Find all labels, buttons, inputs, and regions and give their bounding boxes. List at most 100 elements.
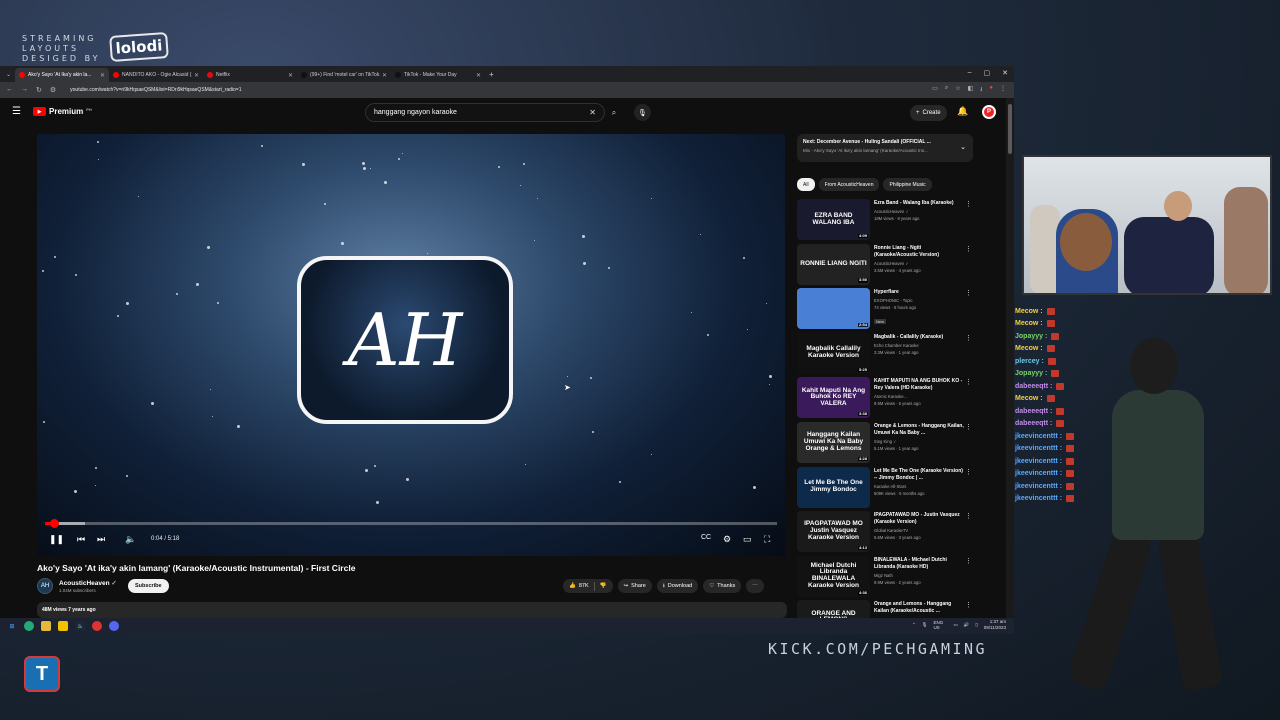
more-vertical-icon[interactable]: ⋮ xyxy=(965,334,972,342)
more-actions-button[interactable]: ⋯ xyxy=(746,579,764,593)
rec-title[interactable]: Orange & Lemons - Hanggang Kailan, Umuwi… xyxy=(874,423,964,437)
thumbs-down-icon[interactable]: 👎 xyxy=(600,583,607,589)
page-scrollbar[interactable] xyxy=(1006,98,1014,618)
chevron-down-icon[interactable]: ⌄ xyxy=(960,143,966,151)
recommendation-item[interactable]: RONNIE LIANG NGITI 3:50 Ronnie Liang - Ngi… xyxy=(797,241,977,286)
tab-list-icon[interactable]: ⌄ xyxy=(6,71,11,78)
rec-title[interactable]: KAHIT MAPUTI NA ANG BUHOK KO - Rey Valer… xyxy=(874,378,964,392)
more-vertical-icon[interactable]: ⋮ xyxy=(965,378,972,386)
account-avatar[interactable]: P xyxy=(982,105,996,119)
download-tray-icon[interactable]: ⭳ xyxy=(980,85,982,95)
browser-tab[interactable]: (99+) Find 'motel car' on TikTok... ✕ xyxy=(297,68,391,82)
close-tab-icon[interactable]: ✕ xyxy=(476,72,481,79)
clear-search-icon[interactable]: ✕ xyxy=(589,108,596,117)
close-tab-icon[interactable]: ✕ xyxy=(288,72,293,79)
rec-title[interactable]: Orange and Lemons - Hanggang Kailan (Kar… xyxy=(874,601,964,615)
subscribe-button[interactable]: Subscribe xyxy=(128,579,169,593)
tray-chevron-icon[interactable]: ⌃ xyxy=(912,622,916,628)
video-thumbnail[interactable]: EZRA BAND WALANG IBA 4:09 xyxy=(797,199,870,240)
theater-mode-icon[interactable]: ▭ xyxy=(743,534,752,545)
minimize-icon[interactable]: – xyxy=(968,69,972,77)
more-vertical-icon[interactable]: ⋮ xyxy=(965,423,972,431)
video-thumbnail[interactable]: Kahit Maputi Na Ang Buhok Ko REY VALERA 3… xyxy=(797,377,870,419)
more-vertical-icon[interactable]: ⋮ xyxy=(965,557,972,565)
profile-icon[interactable]: ● xyxy=(989,85,993,95)
search-input[interactable]: hanggang ngayon karaoke ✕ xyxy=(365,103,605,122)
recommendation-item[interactable]: 2:54 Hyperflare EXOPHONIC - Topic 74 views … xyxy=(797,285,977,330)
recommendation-item[interactable]: Let Me Be The One Jimmy Bondoc Let Me Be … xyxy=(797,464,977,509)
steam-icon[interactable]: ♨ xyxy=(75,621,85,631)
clock[interactable]: 1:37 am 09/11/2023 xyxy=(984,619,1006,631)
site-info-icon[interactable]: ⚙ xyxy=(50,86,56,94)
scrubber-handle[interactable] xyxy=(50,519,60,528)
previous-icon[interactable]: ⏮ xyxy=(77,534,85,545)
share-button[interactable]: ↪ Share xyxy=(617,579,652,593)
maximize-icon[interactable]: ▢ xyxy=(984,69,991,77)
bookmark-star-icon[interactable]: ☆ xyxy=(955,85,960,95)
video-thumbnail[interactable]: Let Me Be The One Jimmy Bondoc xyxy=(797,466,870,508)
video-thumbnail[interactable]: IPAGPATAWAD MO Justin Vasquez Karaoke Ve… xyxy=(797,511,870,553)
chrome-icon[interactable] xyxy=(24,621,34,631)
zoom-icon[interactable]: ⌕ xyxy=(945,85,948,95)
description-box[interactable]: 48M views 7 years ago xyxy=(37,602,787,618)
reload-icon[interactable]: ↻ xyxy=(36,86,42,94)
pinned-app-icon[interactable] xyxy=(58,621,68,631)
rec-title[interactable]: Ezra Band - Walang Iba (Karaoke) xyxy=(874,200,964,207)
progress-bar[interactable] xyxy=(45,519,777,528)
filter-chip[interactable]: Philippine Music xyxy=(883,178,932,191)
like-button[interactable]: 👍 87K 👎 xyxy=(563,579,613,593)
forward-icon[interactable]: → xyxy=(21,86,28,94)
browser-menu-icon[interactable]: ⋮ xyxy=(1000,85,1006,95)
recommendation-item[interactable]: EZRA BAND WALANG IBA 4:09 Ezra Band - Wala… xyxy=(797,196,977,241)
create-button[interactable]: + Create xyxy=(910,105,947,121)
video-thumbnail[interactable]: Magbalik Callalily Karaoke Version 5:25 xyxy=(797,332,870,374)
video-thumbnail[interactable]: RONNIE LIANG NGITI 3:50 xyxy=(797,243,870,285)
more-vertical-icon[interactable]: ⋮ xyxy=(965,245,972,253)
hamburger-menu-icon[interactable]: ☰ xyxy=(12,106,21,117)
rec-title[interactable]: BINALEWALA - Michael Dutchi Libranda (Ka… xyxy=(874,557,964,571)
recommendation-item[interactable]: IPAGPATAWAD MO Justin Vasquez Karaoke Ve… xyxy=(797,508,977,553)
extensions-icon[interactable]: ◧ xyxy=(968,85,974,95)
volume-icon[interactable]: 🔈 xyxy=(125,534,136,545)
rec-title[interactable]: Magbalik - Callalily (Karaoke) xyxy=(874,334,964,341)
settings-gear-icon[interactable]: ⚙ xyxy=(723,534,731,545)
youtube-premium-logo[interactable]: ▶ Premium PH xyxy=(33,107,92,116)
rec-title[interactable]: Ronnie Liang - Ngiti (Karaoke/Acoustic V… xyxy=(874,245,964,259)
search-icon[interactable]: ⌕ xyxy=(605,103,623,122)
battery-icon[interactable]: ▯ xyxy=(975,622,977,628)
fullscreen-icon[interactable]: ⛶ xyxy=(764,534,770,545)
pause-icon[interactable]: ❚❚ xyxy=(49,534,64,545)
browser-tab[interactable]: Ako'y Sayo 'At Ika'y akin la... ✕ xyxy=(15,68,110,82)
more-vertical-icon[interactable]: ⋮ xyxy=(965,289,972,297)
next-up-card[interactable]: Next: December Avenue - Huling Sandali (… xyxy=(797,134,973,162)
video-player[interactable]: AH ➤ ❚❚ ⏮ ⏭ 🔈 0:04 / 5:18 CC ⚙ ▭ ⛶ xyxy=(37,134,785,556)
rec-title[interactable]: Hyperflare xyxy=(874,289,964,296)
notifications-bell-icon[interactable]: 🔔 xyxy=(957,106,968,117)
more-vertical-icon[interactable]: ⋮ xyxy=(965,601,972,609)
mic-tray-icon[interactable]: 🎙 xyxy=(922,622,928,628)
close-tab-icon[interactable]: ✕ xyxy=(100,72,105,79)
close-window-icon[interactable]: ✕ xyxy=(1002,69,1008,77)
recommendation-item[interactable]: Magbalik Callalily Karaoke Version 5:25 Ma… xyxy=(797,330,977,375)
more-vertical-icon[interactable]: ⋮ xyxy=(965,468,972,476)
network-icon[interactable]: ▭ xyxy=(953,622,957,628)
filter-chip[interactable]: From AcousticHeaven xyxy=(818,178,880,191)
captions-icon[interactable]: CC xyxy=(701,534,711,541)
download-button[interactable]: ⭳ Download xyxy=(656,579,699,593)
discord-icon[interactable] xyxy=(109,621,119,631)
recommendation-item[interactable]: Hanggang Kailan Umuwi Ka Na Baby Orange … xyxy=(797,419,977,464)
browser-tab[interactable]: Netflix ✕ xyxy=(203,68,297,82)
close-tab-icon[interactable]: ✕ xyxy=(194,72,199,79)
more-vertical-icon[interactable]: ⋮ xyxy=(965,512,972,520)
obs-icon[interactable] xyxy=(92,621,102,631)
video-thumbnail[interactable]: Michael Dutchi Libranda BINALEWALA Karao… xyxy=(797,555,870,597)
windows-start-icon[interactable]: ⊞ xyxy=(7,621,17,631)
close-tab-icon[interactable]: ✕ xyxy=(382,72,387,79)
file-explorer-icon[interactable] xyxy=(41,621,51,631)
recommendation-item[interactable]: Michael Dutchi Libranda BINALEWALA Karao… xyxy=(797,553,977,598)
thanks-button[interactable]: ♡ Thanks xyxy=(703,579,742,593)
channel-avatar[interactable]: AH xyxy=(37,578,53,594)
video-thumbnail[interactable]: 2:54 xyxy=(797,288,870,330)
url-input[interactable]: youtube.com/watch?v=ri9kHqsaeQSM&list=RD… xyxy=(70,87,241,93)
microphone-icon[interactable]: 🎙 xyxy=(634,104,651,121)
